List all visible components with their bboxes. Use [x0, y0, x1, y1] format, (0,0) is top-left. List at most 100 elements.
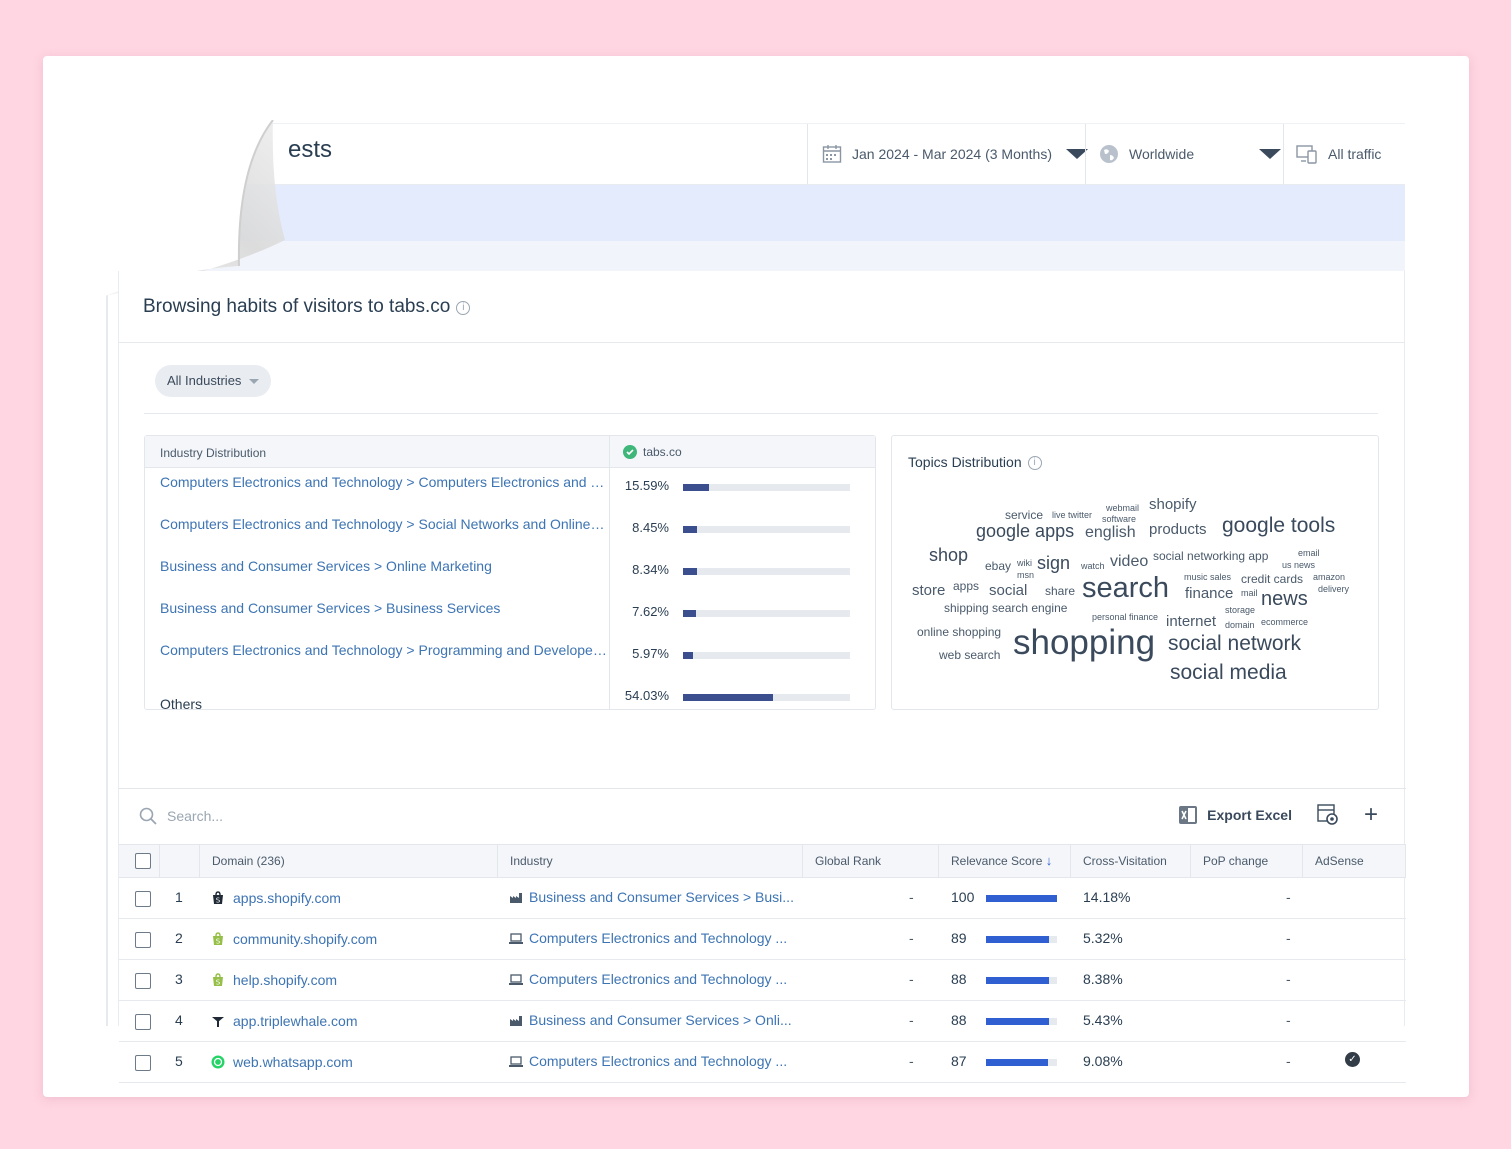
topic-word[interactable]: products — [1149, 522, 1207, 537]
industry-cell[interactable]: Business and Consumer Services > Busi... — [509, 889, 799, 905]
industry-link[interactable]: Computers Electronics and Technology ... — [529, 1053, 787, 1069]
date-range-selector[interactable]: Jan 2024 - Mar 2024 (3 Months) — [822, 124, 1092, 184]
laptop-icon — [509, 1055, 523, 1067]
domain-link[interactable]: help.shopify.com — [233, 972, 337, 988]
topic-word[interactable]: english — [1085, 525, 1136, 541]
topic-word[interactable]: service — [1005, 509, 1043, 521]
table-row[interactable]: 5 web.whatsapp.com Computers Electronics a… — [119, 1042, 1406, 1083]
row-checkbox[interactable] — [135, 973, 151, 989]
topic-word[interactable]: storage — [1225, 606, 1255, 615]
topic-word[interactable]: ecommerce — [1261, 618, 1308, 627]
col-adsense[interactable]: AdSense — [1302, 845, 1406, 877]
industry-cell[interactable]: Computers Electronics and Technology ... — [509, 1053, 799, 1069]
domain-cell[interactable]: web.whatsapp.com — [211, 1054, 353, 1070]
topic-word[interactable]: share — [1045, 585, 1075, 597]
topic-word[interactable]: delivery — [1318, 585, 1349, 594]
row-checkbox[interactable] — [135, 932, 151, 948]
topic-word[interactable]: sign — [1037, 554, 1070, 572]
topic-word[interactable]: web search — [939, 649, 1000, 661]
topic-word[interactable]: amazon — [1313, 573, 1345, 582]
topic-word[interactable]: google apps — [976, 522, 1074, 540]
col-global-rank[interactable]: Global Rank — [802, 845, 938, 877]
topic-word[interactable]: shopify — [1149, 497, 1197, 512]
topic-word[interactable]: ebay — [985, 560, 1011, 572]
add-column-button[interactable]: + — [1364, 803, 1378, 827]
topic-word[interactable]: store — [912, 583, 945, 598]
traffic-selector[interactable]: All traffic — [1296, 124, 1406, 184]
table-settings-icon[interactable] — [1316, 803, 1340, 827]
col-pop-change[interactable]: PoP change — [1190, 845, 1302, 877]
industry-label[interactable]: Business and Consumer Services > Online … — [160, 558, 607, 574]
industry-link[interactable]: Business and Consumer Services > Busi... — [529, 889, 794, 905]
topic-word[interactable]: webmail — [1106, 504, 1139, 513]
topic-word[interactable]: shopping — [1013, 625, 1155, 660]
domain-cell[interactable]: Shelp.shopify.com — [211, 972, 337, 988]
row-checkbox[interactable] — [135, 1014, 151, 1030]
topic-word[interactable]: google tools — [1222, 515, 1335, 536]
col-relevance-score[interactable]: Relevance Score ↓ — [938, 845, 1070, 877]
all-industries-filter[interactable]: All Industries — [155, 365, 272, 397]
relevance-score-bar — [986, 936, 1057, 943]
table-row[interactable]: 4 app.triplewhale.com Business and Consume… — [119, 1001, 1406, 1042]
topic-word[interactable]: msn — [1017, 571, 1034, 580]
topic-word[interactable]: live twitter — [1052, 511, 1092, 520]
domain-link[interactable]: apps.shopify.com — [233, 890, 341, 906]
topic-word[interactable]: social network — [1168, 633, 1301, 654]
topic-word[interactable]: wiki — [1017, 559, 1032, 568]
domain-link[interactable]: community.shopify.com — [233, 931, 377, 947]
table-row[interactable]: 3 Shelp.shopify.com Computers Electronics … — [119, 960, 1406, 1001]
topic-word[interactable]: us news — [1282, 561, 1315, 570]
col-industry[interactable]: Industry — [497, 845, 802, 877]
search-input[interactable]: Search... — [167, 808, 223, 824]
table-search[interactable]: Search... — [139, 807, 223, 825]
topic-word[interactable]: email — [1298, 549, 1320, 558]
topic-word[interactable]: social — [989, 583, 1027, 598]
industry-label[interactable]: Computers Electronics and Technology > P… — [160, 642, 607, 658]
col-domain[interactable]: Domain (236) — [199, 845, 497, 877]
tabs-co-favicon-icon — [623, 445, 637, 459]
industry-cell[interactable]: Business and Consumer Services > Onli... — [509, 1012, 799, 1028]
row-checkbox[interactable] — [135, 1055, 151, 1071]
industry-label[interactable]: Business and Consumer Services > Busines… — [160, 600, 607, 616]
topic-word[interactable]: online shopping — [917, 626, 1001, 638]
topic-word[interactable]: search — [1082, 574, 1169, 603]
region-selector[interactable]: Worldwide — [1099, 124, 1299, 184]
select-all-checkbox[interactable] — [135, 853, 151, 869]
info-icon[interactable]: i — [456, 301, 471, 315]
industry-label[interactable]: Computers Electronics and Technology > S… — [160, 516, 607, 532]
topic-word[interactable]: music sales — [1184, 573, 1231, 582]
row-checkbox[interactable] — [135, 891, 151, 907]
domain-cell[interactable]: app.triplewhale.com — [211, 1013, 358, 1029]
topic-word[interactable]: social networking app — [1153, 550, 1268, 562]
industry-link[interactable]: Computers Electronics and Technology ... — [529, 930, 787, 946]
topic-word[interactable]: shipping search engine — [944, 602, 1067, 614]
topic-word[interactable]: personal finance — [1092, 613, 1158, 622]
topic-word[interactable]: news — [1261, 589, 1308, 609]
domain-link[interactable]: app.triplewhale.com — [233, 1013, 358, 1029]
industry-cell[interactable]: Computers Electronics and Technology ... — [509, 971, 799, 987]
domain-cell[interactable]: Scommunity.shopify.com — [211, 931, 377, 947]
table-row[interactable]: 2 Scommunity.shopify.com Computers Electro… — [119, 919, 1406, 960]
topic-word[interactable]: finance — [1185, 586, 1233, 601]
domain-cell[interactable]: Sapps.shopify.com — [211, 890, 341, 906]
industry-cell[interactable]: Computers Electronics and Technology ... — [509, 930, 799, 946]
topic-word[interactable]: video — [1110, 554, 1148, 570]
topic-word[interactable]: software — [1102, 515, 1136, 524]
industry-link[interactable]: Computers Electronics and Technology ... — [529, 971, 787, 987]
topic-word[interactable]: social media — [1170, 662, 1287, 683]
topic-word[interactable]: shop — [929, 546, 968, 564]
pop-change: - — [1286, 1053, 1291, 1069]
topic-word[interactable]: internet — [1166, 614, 1216, 629]
topic-word[interactable]: watch — [1081, 562, 1105, 571]
topic-word[interactable]: mail — [1241, 589, 1258, 598]
domain-link[interactable]: web.whatsapp.com — [233, 1054, 353, 1070]
topic-word[interactable]: credit cards — [1241, 573, 1303, 585]
industry-link[interactable]: Business and Consumer Services > Onli... — [529, 1012, 792, 1028]
topic-word[interactable]: domain — [1225, 621, 1255, 630]
topic-word[interactable]: apps — [953, 580, 979, 592]
info-icon[interactable]: i — [1027, 456, 1042, 470]
col-cross-visitation[interactable]: Cross-Visitation — [1070, 845, 1190, 877]
table-row[interactable]: 1 Sapps.shopify.com Business and Consumer … — [119, 878, 1406, 919]
industry-label[interactable]: Computers Electronics and Technology > C… — [160, 474, 607, 490]
export-excel-button[interactable]: Export Excel — [1177, 804, 1292, 826]
